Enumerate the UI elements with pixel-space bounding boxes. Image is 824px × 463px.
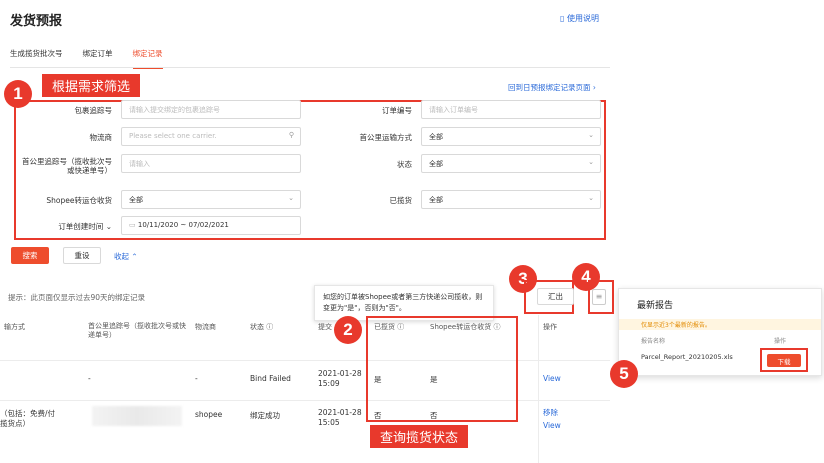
- view-link[interactable]: View: [543, 421, 561, 430]
- search-icon: ⚲: [288, 131, 294, 139]
- status-text: 绑定成功: [250, 411, 280, 420]
- parcel-no-input[interactable]: 请输入提交绑定的包裹追踪号: [121, 100, 301, 119]
- picked-status-highlight-box: [366, 316, 518, 422]
- parcel-no-label: 包裹追踪号: [74, 106, 113, 115]
- download-button[interactable]: 下载: [767, 354, 801, 367]
- annotation-badge-5: 5: [610, 360, 638, 388]
- report-col-name: 报告名称: [641, 338, 666, 345]
- col-method: 输方式: [4, 323, 25, 331]
- chevron-down-icon: ⌄: [588, 131, 594, 139]
- created-time-select[interactable]: 订单创建时间 ⌄: [20, 221, 112, 232]
- remove-link[interactable]: 移除: [543, 407, 558, 418]
- first-mile-method-label: 首公里运输方式: [359, 133, 413, 142]
- collapse-link[interactable]: 收起 ⌃: [114, 251, 138, 262]
- help-link[interactable]: ▯ 使用说明: [560, 13, 599, 24]
- return-link[interactable]: 回到日预报绑定记录页面 ›: [508, 82, 596, 93]
- status-text: Bind Failed: [250, 374, 291, 383]
- col-actions: 操作: [543, 323, 557, 331]
- report-title: 最新报告: [637, 301, 674, 311]
- tab-generate-batch[interactable]: 生成揽货批次号: [10, 48, 63, 69]
- redacted-tracking-number: [92, 406, 182, 426]
- tab-divider: [10, 67, 610, 68]
- first-mile-method-select[interactable]: 全部 ⌄: [421, 127, 601, 146]
- annotation-tag-filter: 根据需求筛选: [42, 74, 141, 97]
- help-icon[interactable]: ⓘ: [266, 323, 273, 331]
- chevron-down-icon: ⌄: [105, 222, 112, 231]
- status-label: 状态: [397, 160, 412, 169]
- status-select[interactable]: 全部 ⌄: [421, 154, 601, 173]
- date-range-input[interactable]: ▭ 10/11/2020 ~ 07/02/2021: [121, 216, 301, 235]
- shopee-transfer-label: Shopee转运仓收货: [46, 196, 112, 205]
- view-link[interactable]: View: [543, 374, 561, 383]
- report-col-action: 操作: [774, 338, 787, 345]
- tab-bind-order[interactable]: 绑定订单: [83, 48, 113, 69]
- tab-bar: 生成揽货批次号 绑定订单 绑定记录: [10, 48, 163, 69]
- order-no-input[interactable]: 请输入订单编号: [421, 100, 601, 119]
- annotation-tag-picked-status: 查询揽货状态: [370, 425, 469, 448]
- table-row: - - Bind Failed 2021-01-28 15:09 是 是 Vie…: [88, 369, 561, 388]
- reset-button[interactable]: 重设: [63, 247, 101, 264]
- col-carrier: 物流商: [195, 323, 216, 331]
- search-button[interactable]: 搜索: [11, 247, 49, 264]
- tab-bind-records[interactable]: 绑定记录: [132, 48, 163, 69]
- col-first-mile-no: 首公里追踪号（揽收批次号或快递单号）: [88, 322, 186, 339]
- book-icon: ▯: [560, 14, 565, 23]
- chevron-down-icon: ⌄: [588, 158, 594, 166]
- row-divider: [0, 360, 610, 361]
- chevron-up-icon: ⌃: [131, 252, 138, 261]
- chevron-down-icon: ⌄: [288, 194, 294, 202]
- picked-up-label: 已揽货: [389, 196, 413, 205]
- order-no-label: 订单编号: [382, 106, 412, 115]
- list-hint: 提示：此页面仅显示过去90天的绑定记录: [8, 293, 146, 302]
- report-list-icon[interactable]: ≡: [592, 289, 606, 305]
- col-status: 状态 ⓘ: [250, 323, 274, 331]
- report-notice-bar: 仅显示近3个最新的报告。: [619, 319, 821, 330]
- shopee-transfer-select[interactable]: 全部 ⌄: [121, 190, 301, 209]
- table-row: （包括：免费/付 揽货点） shopee 绑定成功 2021-01-28 15:…: [0, 406, 561, 430]
- page-title: 发货预报: [10, 14, 63, 29]
- annotation-badge-2: 2: [334, 316, 362, 344]
- export-button[interactable]: 汇出: [537, 288, 574, 305]
- col-submit: 提交: [318, 323, 332, 331]
- picked-up-select[interactable]: 全部 ⌄: [421, 190, 601, 209]
- report-file-name: Parcel_Report_20210205.xls: [641, 353, 733, 361]
- first-mile-no-label: 首公里追踪号（揽收批次号或快递单号）: [22, 157, 112, 175]
- calendar-icon: ▭: [129, 221, 136, 229]
- carrier-select[interactable]: Please select one carrier. ⚲: [121, 127, 301, 146]
- row-divider: [0, 400, 610, 401]
- carrier-label: 物流商: [89, 133, 113, 142]
- chevron-down-icon: ⌄: [588, 194, 594, 202]
- first-mile-no-input[interactable]: 请输入: [121, 154, 301, 173]
